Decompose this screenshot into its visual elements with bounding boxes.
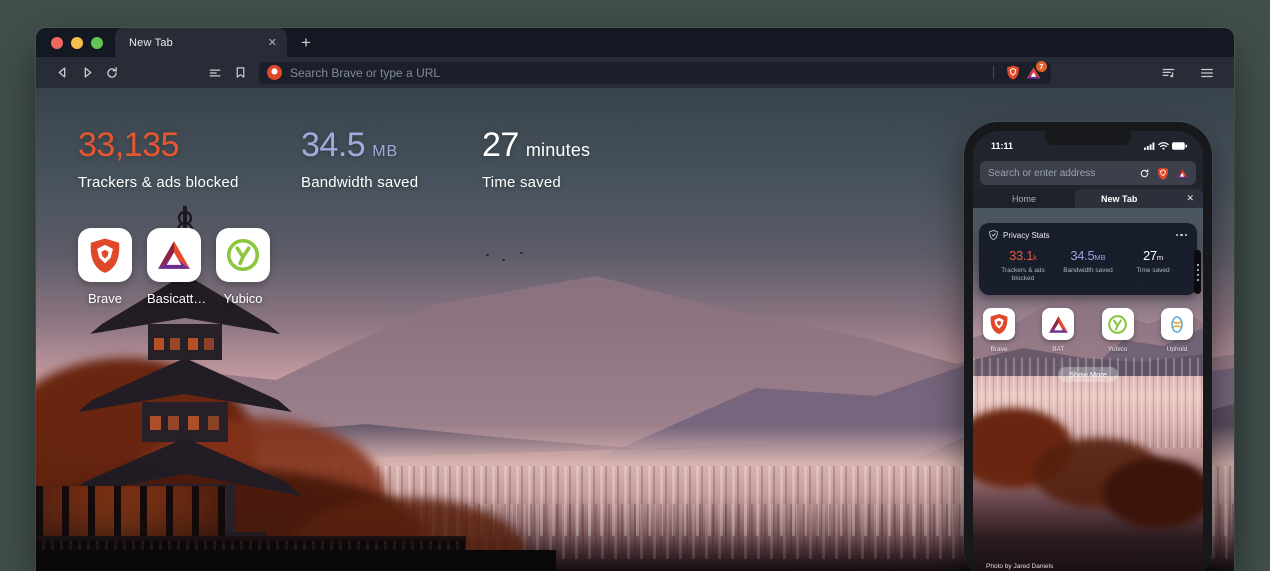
- battery-icon: [1172, 142, 1187, 150]
- phone-time-unit: m: [1157, 253, 1163, 262]
- phone-tile-label: Yubico: [1102, 346, 1134, 353]
- phone-tab-home[interactable]: Home: [973, 189, 1075, 208]
- uphold-tile-icon: [1161, 308, 1193, 340]
- phone-trackers-unit: k: [1033, 253, 1037, 262]
- back-icon[interactable]: [50, 61, 74, 85]
- urlbar-divider: [993, 66, 994, 79]
- phone-trackers-value: 33.1: [1009, 248, 1033, 263]
- phone-url-bar[interactable]: Search or enter address: [980, 161, 1196, 185]
- stat-trackers: 33,135 Trackers & ads blocked: [78, 126, 275, 191]
- bandwidth-unit: MB: [372, 143, 398, 161]
- sidebar-icon[interactable]: [203, 61, 227, 85]
- privacy-shield-icon: [989, 230, 998, 240]
- phone-tab-close-icon[interactable]: ✕: [1186, 193, 1194, 204]
- phone-tile-bat[interactable]: BAT: [1042, 308, 1074, 353]
- phone-tab-strip: Home New Tab ✕: [973, 189, 1203, 208]
- phone-tile-label: Uphold: [1161, 346, 1193, 353]
- tab-close-icon[interactable]: ✕: [268, 36, 277, 49]
- phone-bandwidth-label: Bandwidth saved: [1056, 267, 1120, 275]
- tile-label: Basicatt…: [147, 291, 201, 306]
- window-controls: [51, 37, 103, 49]
- brave-rewards-icon[interactable]: 7: [1023, 64, 1043, 82]
- top-site-brave[interactable]: Brave: [78, 228, 132, 282]
- trackers-label: Trackers & ads blocked: [78, 174, 275, 191]
- top-sites: Brave Basicatt… Yubico: [78, 228, 270, 282]
- tab-new-tab[interactable]: New Tab ✕: [115, 28, 287, 57]
- screenshot-stage: New Tab ✕ + Sear: [0, 0, 1270, 571]
- phone-stat-bandwidth: 34.5MB Bandwidth saved: [1056, 247, 1120, 284]
- top-site-bat[interactable]: Basicatt…: [147, 228, 201, 282]
- phone-mockup: 11:11 Search or enter address: [964, 122, 1212, 571]
- tile-label: Brave: [78, 291, 132, 306]
- phone-tab-newtab-label: New Tab: [1101, 194, 1137, 204]
- phone-clock: 11:11: [991, 141, 1013, 151]
- phone-reload-icon[interactable]: [1139, 168, 1150, 179]
- bandwidth-value: 34.5: [301, 126, 365, 165]
- phone-tile-label: BAT: [1042, 346, 1074, 353]
- privacy-card-menu-icon[interactable]: [1176, 234, 1188, 237]
- close-window-button[interactable]: [51, 37, 63, 49]
- wifi-icon: [1158, 142, 1169, 150]
- trackers-value: 33,135: [78, 126, 179, 165]
- phone-bandwidth-unit: MB: [1094, 253, 1105, 262]
- top-site-yubico[interactable]: Yubico: [216, 228, 270, 282]
- menu-icon[interactable]: [1195, 61, 1219, 85]
- rewards-badge: 7: [1036, 61, 1047, 72]
- signal-icon: [1144, 142, 1155, 150]
- brave-tile-icon: [983, 308, 1015, 340]
- brave-tile-icon: [78, 228, 132, 282]
- phone-time-label: Time saved: [1121, 267, 1185, 275]
- time-label: Time saved: [482, 174, 590, 191]
- url-bar[interactable]: Search Brave or type a URL 7: [259, 62, 1051, 84]
- phone-stat-trackers: 33.1k Trackers & ads blocked: [991, 247, 1055, 284]
- stat-time: 27 minutes Time saved: [482, 126, 590, 191]
- yubico-tile-icon: [216, 228, 270, 282]
- forward-icon[interactable]: [75, 61, 99, 85]
- bat-tile-icon: [1042, 308, 1074, 340]
- brave-search-icon: [267, 65, 282, 80]
- url-placeholder: Search Brave or type a URL: [290, 66, 984, 80]
- phone-privacy-card: Privacy Stats 33.1k Trackers & ads block…: [979, 223, 1197, 295]
- bandwidth-label: Bandwidth saved: [301, 174, 456, 191]
- privacy-stats: 33,135 Trackers & ads blocked 34.5 MB Ba…: [78, 126, 616, 191]
- new-tab-plus-icon[interactable]: +: [301, 33, 311, 53]
- phone-screen: 11:11 Search or enter address: [973, 131, 1203, 571]
- phone-url-placeholder: Search or enter address: [988, 168, 1132, 179]
- phone-tile-yubico[interactable]: Yubico: [1102, 308, 1134, 353]
- phone-trackers-label: Trackers & ads blocked: [991, 267, 1055, 284]
- phone-tile-brave[interactable]: Brave: [983, 308, 1015, 353]
- time-value: 27: [482, 126, 519, 165]
- tab-bar: New Tab ✕ +: [36, 28, 1234, 57]
- zoom-window-button[interactable]: [91, 37, 103, 49]
- time-unit: minutes: [526, 140, 590, 161]
- playlist-icon[interactable]: [1156, 61, 1180, 85]
- phone-time-value: 27: [1143, 248, 1157, 263]
- toolbar: Search Brave or type a URL 7: [36, 57, 1234, 88]
- minimize-window-button[interactable]: [71, 37, 83, 49]
- phone-tile-label: Brave: [983, 346, 1015, 353]
- tab-title: New Tab: [129, 37, 268, 49]
- show-more-button[interactable]: Show More: [1058, 367, 1118, 382]
- toolbar-right: [1156, 61, 1220, 85]
- phone-top-sites: Brave BAT Yubico: [983, 308, 1193, 353]
- phone-rewards-icon[interactable]: [1176, 168, 1188, 179]
- privacy-card-title: Privacy Stats: [1003, 231, 1176, 240]
- stat-bandwidth: 34.5 MB Bandwidth saved: [301, 126, 456, 191]
- bookmark-icon[interactable]: [228, 61, 252, 85]
- phone-bandwidth-value: 34.5: [1070, 248, 1094, 263]
- phone-stat-time: 27m Time saved: [1121, 247, 1185, 284]
- bat-tile-icon: [147, 228, 201, 282]
- phone-tile-uphold[interactable]: Uphold: [1161, 308, 1193, 353]
- phone-tab-newtab[interactable]: New Tab ✕: [1075, 189, 1203, 208]
- tile-label: Yubico: [216, 291, 270, 306]
- phone-notch: [1045, 131, 1131, 145]
- photo-credit: Photo by Jared Daniels: [986, 563, 1053, 570]
- phone-shields-icon[interactable]: [1157, 167, 1169, 180]
- phone-scroll-handle[interactable]: [1194, 250, 1201, 294]
- yubico-tile-icon: [1102, 308, 1134, 340]
- reload-icon[interactable]: [100, 61, 124, 85]
- brave-shields-icon[interactable]: [1003, 64, 1023, 82]
